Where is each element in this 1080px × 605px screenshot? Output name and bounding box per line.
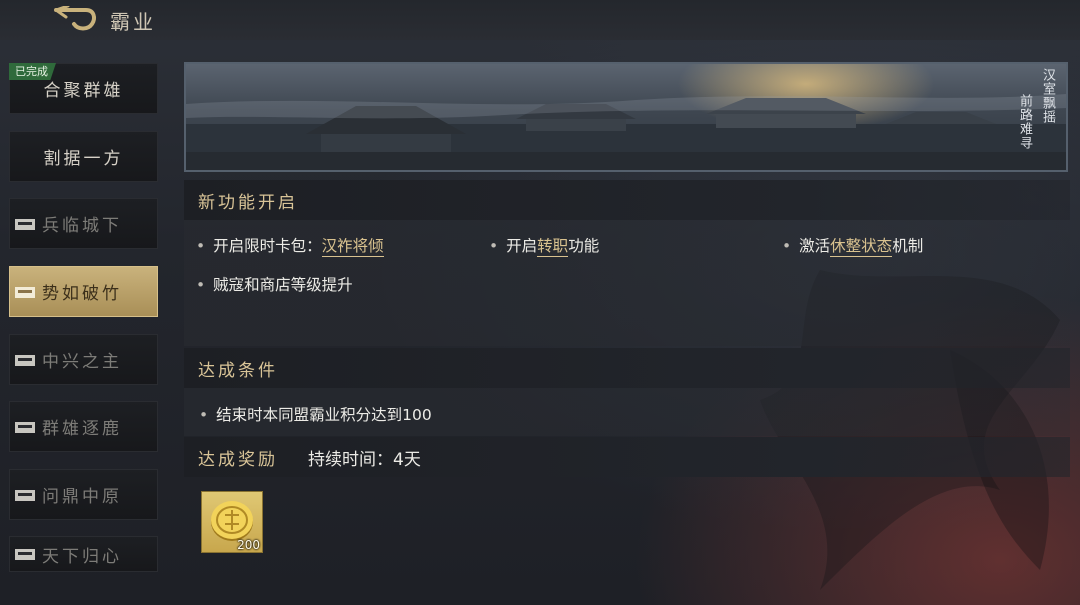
feature-item: • 激活休整状态机制 <box>782 237 924 257</box>
sidebar-item-zhongxingzhizhu[interactable]: 中兴之主 <box>9 334 158 385</box>
condition-item: • 结束时本同盟霸业积分达到100 <box>199 406 432 424</box>
sidebar-item-label: 中兴之主 <box>42 352 122 372</box>
poem-line-2: 前路难寻 <box>1017 94 1032 150</box>
feature-item: • 开启限时卡包：汉祚将倾 <box>196 237 384 257</box>
top-bar: 霸业 <box>0 0 1080 40</box>
lock-icon <box>15 421 35 433</box>
sidebar-item-gejuyifang[interactable]: 割据一方 <box>9 131 158 182</box>
sidebar: 已完成 合聚群雄 割据一方 兵临城下 势如破竹 中兴之主 群雄逐鹿 问鼎中原 天… <box>0 40 170 605</box>
page-title: 霸业 <box>110 10 156 34</box>
stage-banner: 汉室飘摇 前路难寻 <box>184 62 1068 172</box>
reward-count: 200 <box>237 538 260 552</box>
banner-poem: 汉室飘摇 前路难寻 <box>1016 68 1056 168</box>
lock-icon <box>15 354 35 366</box>
lock-icon <box>15 286 35 298</box>
lock-icon <box>15 218 35 230</box>
duration-text: 持续时间：4天 <box>308 449 421 470</box>
back-arrow-icon[interactable] <box>52 6 98 32</box>
sidebar-item-label: 天下归心 <box>42 546 122 567</box>
sidebar-item-wendingzhongyuan[interactable]: 问鼎中原 <box>9 469 158 520</box>
sidebar-item-binglinchengxia[interactable]: 兵临城下 <box>9 198 158 249</box>
rewards-header: 达成奖励 持续时间：4天 <box>184 437 1070 477</box>
completed-badge: 已完成 <box>9 63 56 80</box>
rewards-title: 达成奖励 <box>198 449 278 470</box>
card-pack-link[interactable]: 汉祚将倾 <box>321 237 384 257</box>
features-header: 新功能开启 <box>184 180 1070 220</box>
conditions-title: 达成条件 <box>198 360 278 381</box>
job-change-link[interactable]: 转职 <box>537 237 569 257</box>
palace-landscape-illustration <box>186 94 1066 170</box>
conditions-header: 达成条件 <box>184 348 1070 388</box>
rest-state-link[interactable]: 休整状态 <box>830 237 893 257</box>
lock-icon <box>15 489 35 501</box>
lock-icon <box>15 549 35 560</box>
sidebar-item-tianxiaguixin[interactable]: 天下归心 <box>9 536 158 572</box>
sidebar-item-label: 割据一方 <box>43 149 124 169</box>
feature-item: • 贼寇和商店等级提升 <box>196 276 353 294</box>
reward-item-gold-coin[interactable]: 200 <box>201 491 263 553</box>
feature-item: • 开启转职功能 <box>489 237 600 257</box>
sidebar-item-label: 势如破竹 <box>42 284 122 304</box>
sidebar-item-label: 群雄逐鹿 <box>42 419 122 439</box>
sidebar-item-qunxiongzhulu[interactable]: 群雄逐鹿 <box>9 401 158 452</box>
poem-line-1: 汉室飘摇 <box>1040 68 1055 124</box>
sidebar-item-shirupozhu[interactable]: 势如破竹 <box>9 266 158 317</box>
sidebar-item-label: 问鼎中原 <box>42 487 122 507</box>
sidebar-item-label: 合聚群雄 <box>43 81 124 101</box>
sidebar-item-label: 兵临城下 <box>42 216 122 236</box>
sidebar-item-hejuqunxiong[interactable]: 已完成 合聚群雄 <box>9 63 158 114</box>
features-title: 新功能开启 <box>198 192 298 213</box>
